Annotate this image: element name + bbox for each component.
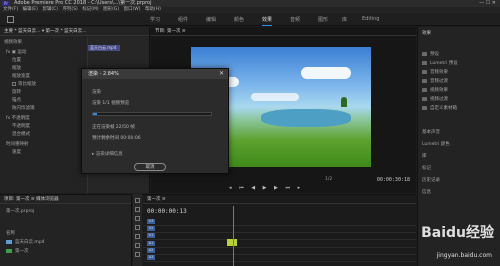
pen-tool-icon[interactable] (135, 243, 140, 248)
timeline-clip[interactable] (227, 239, 237, 246)
panel-markers[interactable]: 标记 (422, 165, 431, 173)
effects-item-custom-bin[interactable]: 自定义素材箱 (422, 105, 457, 113)
render-step-label: 渲染 1/1 视频预览 (92, 101, 130, 106)
playhead[interactable] (233, 206, 234, 266)
sequence-icon (6, 248, 12, 253)
track-v3[interactable]: V3 (143, 219, 416, 226)
render-progress-fill (93, 113, 97, 115)
tab-editing-en[interactable]: Editing (362, 16, 379, 22)
cloud-shape (251, 93, 299, 101)
menu-clip[interactable]: 剪辑(C) (42, 7, 58, 12)
panel-essential-sound[interactable]: 基本声音 (422, 129, 440, 137)
tab-editing[interactable]: 编辑 (206, 16, 216, 23)
render-frame-status: 正在渲染帧 22/50 帧 (92, 125, 135, 130)
panel-lumetri-color[interactable]: Lumetri 颜色 (422, 141, 450, 149)
menu-graphics[interactable]: 图形(G) (103, 7, 119, 12)
program-monitor-header[interactable]: 节目: 第一次 ≡ (151, 27, 416, 36)
menu-marker[interactable]: 标记(M) (82, 7, 98, 12)
track-a3[interactable]: A3 (143, 255, 416, 262)
track-select-tool-icon[interactable] (135, 207, 140, 212)
cancel-button[interactable]: 取消 (134, 163, 166, 171)
ec-row-position[interactable]: 位置 (0, 57, 149, 65)
menu-edit[interactable]: 编辑(E) (23, 7, 38, 12)
baidu-watermark-logo: Baidu经验 (421, 225, 494, 241)
selection-tool-icon[interactable] (135, 198, 140, 203)
panel-history[interactable]: 历史记录 (422, 177, 440, 185)
track-v2[interactable]: V2 (143, 226, 416, 233)
tools-panel (133, 194, 142, 266)
timeline-header[interactable]: 第一次 ≡ (143, 195, 416, 204)
project-item[interactable]: 蓝天白云.mp4 (6, 239, 45, 245)
premiere-logo-icon: Pr (2, 1, 10, 6)
video-clip-icon (6, 239, 12, 244)
effects-item-audio-effects[interactable]: 音频效果 (422, 69, 448, 77)
project-panel: 项目: 第一次 ≡ 媒体浏览器 第一次.prproj 名称 蓝天白云.mp4 第… (0, 194, 132, 266)
close-icon[interactable]: ✕ (219, 69, 224, 79)
folder-icon (422, 87, 427, 92)
timeline-timecode[interactable]: 00:00:00:13 (147, 208, 187, 215)
render-time-remaining: 预计剩余时间 00:00:06 (92, 136, 141, 141)
project-file-name: 第一次.prproj (6, 209, 35, 214)
effects-panel-title: 效果 (422, 31, 431, 36)
hand-tool-icon[interactable] (135, 252, 140, 257)
window-controls[interactable]: — ☐ ✕ (479, 0, 496, 7)
menu-help[interactable]: 帮助(H) (145, 7, 161, 12)
menu-window[interactable]: 窗口(W) (124, 7, 141, 12)
panel-libraries[interactable]: 库 (422, 153, 427, 161)
slip-tool-icon[interactable] (135, 234, 140, 239)
render-progress-bar (92, 112, 212, 116)
title-bar: Pr Adobe Premiere Pro CC 2018 - C:\Users… (0, 0, 500, 7)
tab-color[interactable]: 颜色 (234, 16, 244, 23)
project-column-name[interactable]: 名称 (6, 230, 15, 236)
ec-row-motion[interactable]: fx ▣ 运动 (0, 49, 149, 57)
program-timecode: 00:00:30:18 (376, 177, 410, 183)
transport-controls[interactable]: ◂ ⏮ ◀ ▶ ▶ ⏭ ▸ (229, 185, 339, 191)
window-title: Adobe Premiere Pro CC 2018 - C:\Users\..… (14, 0, 152, 6)
render-dialog-title: 渲染 - 2.84% (82, 69, 228, 79)
home-icon[interactable] (7, 16, 14, 23)
render-details-toggle[interactable]: ▸ 渲染详细信息 (92, 151, 123, 157)
effects-item-presets[interactable]: 预设 (422, 51, 439, 59)
folder-icon (422, 105, 427, 110)
menu-sequence[interactable]: 序列(S) (62, 7, 77, 12)
tab-libraries[interactable]: 库 (342, 16, 347, 23)
uniform-scale-checkbox[interactable] (12, 81, 16, 86)
project-panel-header[interactable]: 项目: 第一次 ≡ 媒体浏览器 (0, 195, 131, 204)
ec-row: 视频效果 (4, 40, 22, 45)
effect-controls-header[interactable]: 主要 * 蓝天白云... ▾ 第一次 * 蓝天白云... (0, 27, 149, 36)
menu-file[interactable]: 文件(F) (3, 7, 18, 12)
effects-item-video-transitions[interactable]: 视频过渡 (422, 96, 448, 104)
render-section-label: 渲染 (92, 90, 101, 95)
lake-shape (261, 109, 351, 127)
effects-item-lumetri-presets[interactable]: Lumetri 预设 (422, 60, 458, 68)
timeline-panel: 第一次 ≡ 00:00:00:13 V3 V2 V1 A1 A2 A3 (143, 194, 416, 266)
folder-icon (422, 60, 427, 65)
track-a1[interactable]: A1 (143, 241, 416, 248)
zoom-level[interactable]: 1/2 (325, 177, 332, 182)
tab-effects[interactable]: 效果 (262, 16, 273, 26)
baidu-watermark-url: jingyan.baidu.com (436, 252, 492, 259)
tab-assembly[interactable]: 组件 (178, 16, 188, 23)
razor-tool-icon[interactable] (135, 225, 140, 230)
tab-learn[interactable]: 学习 (150, 16, 160, 23)
effects-item-video-effects[interactable]: 视频效果 (422, 87, 448, 95)
folder-icon (422, 78, 427, 83)
cloud-shape (301, 67, 351, 79)
track-a2[interactable]: A2 (143, 248, 416, 255)
tab-graphics[interactable]: 图形 (318, 16, 328, 23)
panel-info[interactable]: 信息 (422, 189, 431, 197)
workspace-bar: 学习 组件 编辑 颜色 效果 音频 图形 库 Editing (0, 13, 500, 26)
render-dialog: 渲染 - 2.84% ✕ 渲染 渲染 1/1 视频预览 正在渲染帧 22/50 … (81, 68, 229, 174)
folder-icon (422, 69, 427, 74)
track-v1[interactable]: V1 (143, 233, 416, 240)
tree-shape (341, 97, 347, 107)
folder-icon (422, 96, 427, 101)
folder-icon (422, 51, 427, 56)
effects-item-audio-transitions[interactable]: 音频过渡 (422, 78, 448, 86)
ripple-edit-tool-icon[interactable] (135, 216, 140, 221)
project-item[interactable]: 第一次 (6, 248, 29, 254)
tab-audio[interactable]: 音频 (290, 16, 300, 23)
